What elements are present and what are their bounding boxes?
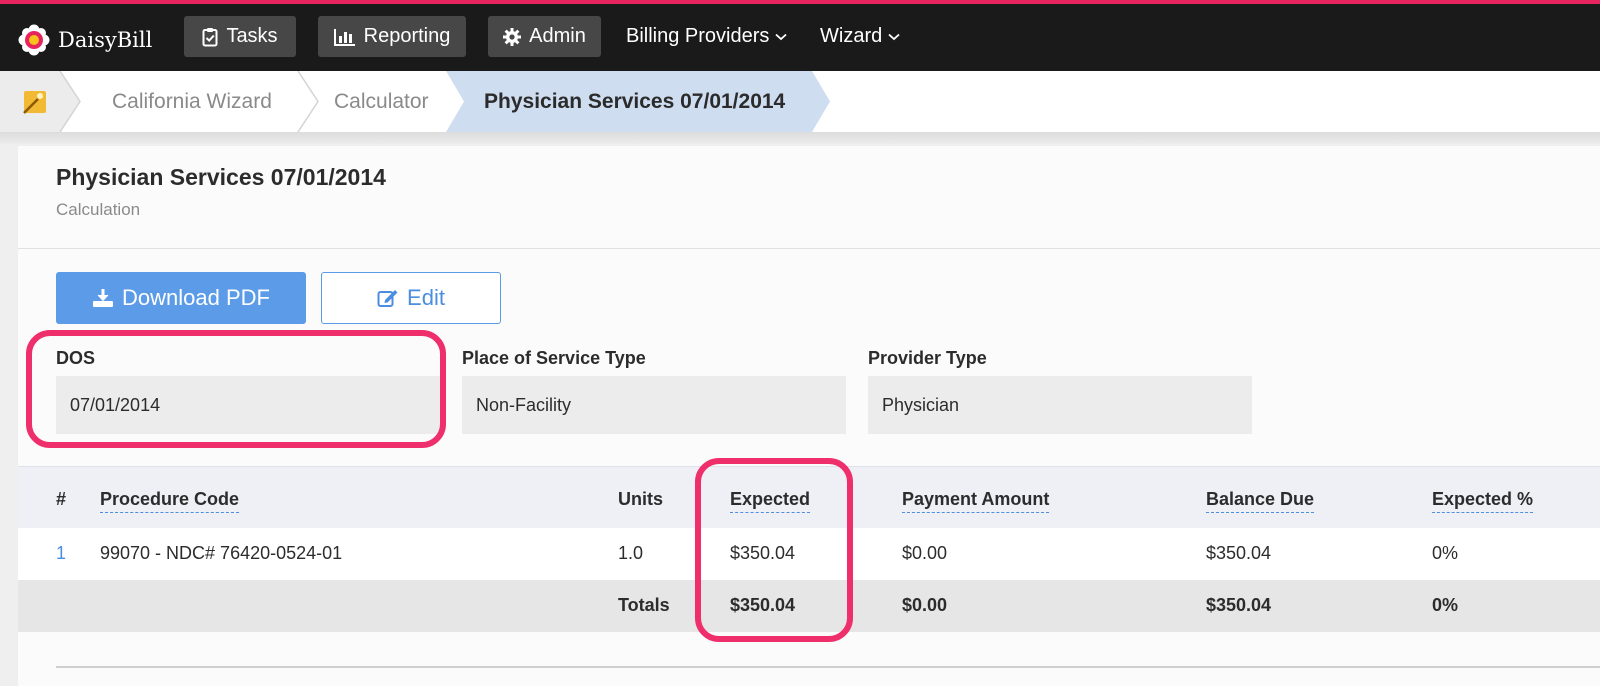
top-nav: DaisyBill Tasks Reporting Admin Billing … (0, 0, 1600, 71)
breadcrumb-item-current: Physician Services 07/01/2014 (484, 89, 786, 113)
edit-button[interactable]: Edit (321, 272, 501, 324)
column-header-balance-due[interactable]: Balance Due (1206, 489, 1315, 513)
page-subtitle: Calculation (56, 200, 141, 219)
place-of-service-field: Non-Facility (462, 376, 846, 434)
bar-chart-icon (333, 28, 355, 46)
nav-reporting-label: Reporting (363, 25, 451, 47)
brand-logo[interactable]: DaisyBill (18, 20, 152, 60)
gear-icon (503, 27, 522, 46)
download-pdf-label: Download PDF (122, 285, 270, 310)
totals-label: Totals (618, 595, 670, 615)
chevron-down-icon (775, 33, 787, 40)
nav-tasks-label: Tasks (226, 25, 278, 47)
totals-expected-percent: 0% (1432, 595, 1459, 615)
breadcrumb-shadow (0, 132, 1600, 144)
provider-type-label: Provider Type (868, 348, 987, 368)
header-divider (18, 248, 1600, 249)
daisy-logo-icon (18, 24, 50, 56)
breadcrumb-item-california-wizard[interactable]: California Wizard (112, 71, 272, 132)
column-header-procedure-code[interactable]: Procedure Code (100, 489, 240, 513)
column-header-payment-amount[interactable]: Payment Amount (902, 489, 1050, 513)
clipboard-check-icon (202, 27, 218, 46)
nav-wizard-dropdown[interactable]: Wizard (820, 16, 900, 57)
column-header-expected-percent[interactable]: Expected % (1432, 489, 1534, 513)
nav-admin-label: Admin (529, 25, 586, 47)
page-title: Physician Services 07/01/2014 (56, 164, 386, 190)
breadcrumb-item-calculator[interactable]: Calculator (334, 71, 429, 132)
nav-admin-button[interactable]: Admin (488, 16, 601, 57)
column-header-units: Units (618, 489, 663, 509)
expected-highlight-annotation (695, 458, 853, 642)
edit-label: Edit (407, 285, 445, 310)
units-cell: 1.0 (618, 543, 644, 563)
row-number-link[interactable]: 1 (56, 543, 66, 564)
wizard-wand-icon[interactable] (20, 87, 50, 117)
breadcrumb: California Wizard Calculator Physician S… (0, 71, 1600, 132)
totals-balance-due: $350.04 (1206, 595, 1272, 615)
totals-payment-amount: $0.00 (902, 595, 948, 615)
dos-highlight-annotation (26, 330, 446, 448)
chevron-down-icon (888, 33, 900, 40)
download-icon (93, 289, 114, 307)
procedure-code-cell: 99070 - NDC# 76420-0524-01 (100, 543, 343, 563)
edit-icon (377, 290, 398, 307)
place-of-service-label: Place of Service Type (462, 348, 646, 368)
nav-wizard-label: Wizard (820, 25, 883, 47)
nav-tasks-button[interactable]: Tasks (184, 16, 296, 57)
balance-due-cell: $350.04 (1206, 543, 1272, 563)
download-pdf-button[interactable]: Download PDF (56, 272, 306, 324)
column-header-number: # (56, 489, 67, 509)
nav-billing-providers-label: Billing Providers (626, 25, 770, 47)
expected-percent-cell: 0% (1432, 543, 1459, 563)
bottom-divider (56, 666, 1600, 668)
brand-name: DaisyBill (58, 28, 153, 52)
payment-amount-cell: $0.00 (902, 543, 948, 563)
provider-type-field: Physician (868, 376, 1252, 434)
nav-reporting-button[interactable]: Reporting (318, 16, 466, 57)
nav-billing-providers-dropdown[interactable]: Billing Providers (626, 16, 787, 57)
